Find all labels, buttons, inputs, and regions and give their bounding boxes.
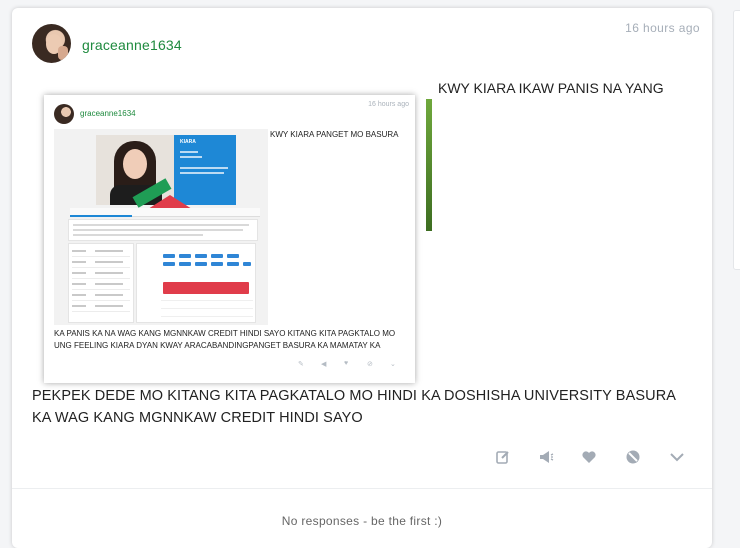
username-link[interactable]: graceanne1634	[82, 37, 182, 53]
embedded-profile-screenshot: KIARA	[54, 129, 268, 325]
chevron-down-icon[interactable]	[668, 449, 686, 467]
profile-info-panel: KIARA	[174, 135, 236, 205]
divider	[12, 488, 712, 489]
profile-details-table	[68, 243, 134, 323]
heart-icon: ♥	[344, 360, 349, 367]
embedded-text-bottom: KA PANIS KA NA WAG KANG MGNNKAW CREDIT H…	[54, 329, 396, 350]
embedded-image-edge	[426, 99, 432, 231]
embedded-actions: ✎ ◀ ♥ ⊘ ⌄	[298, 360, 404, 370]
chevron-down-icon: ⌄	[390, 361, 396, 368]
schedule-alert	[163, 282, 249, 294]
embedded-screenshot[interactable]: graceanne1634 16 hours ago KWY KIARA PAN…	[44, 95, 415, 383]
edit-icon: ✎	[298, 361, 304, 368]
embedded-username: graceanne1634	[80, 109, 136, 118]
post-actions	[494, 449, 694, 467]
responses-placeholder: No responses - be the first :)	[281, 514, 443, 528]
post-card: graceanne1634 16 hours ago KWY KIARA IKA…	[12, 8, 712, 548]
announce-icon: ◀	[321, 361, 327, 368]
post-text-main: PEKPEK DEDE MO KITANG KITA PAGKATALO MO …	[32, 388, 676, 426]
block-icon[interactable]	[624, 449, 642, 467]
embedded-time: 16 hours ago	[368, 101, 409, 108]
schedule-grid	[136, 243, 256, 323]
profile-name: KIARA	[180, 139, 196, 145]
profile-description	[68, 219, 258, 241]
post-text-top: KWY KIARA IKAW PANIS NA YANG	[438, 80, 664, 96]
embedded-avatar	[54, 104, 74, 124]
announce-icon[interactable]	[537, 449, 555, 467]
post-time: 16 hours ago	[625, 21, 700, 35]
embedded-text-top: KWY KIARA PANGET MO BASURA	[270, 130, 399, 139]
edit-icon[interactable]	[494, 449, 512, 467]
heart-icon[interactable]	[580, 449, 598, 467]
profile-tabs	[70, 208, 260, 217]
side-panel	[733, 10, 740, 270]
avatar[interactable]	[32, 24, 71, 63]
block-icon: ⊘	[367, 361, 373, 368]
